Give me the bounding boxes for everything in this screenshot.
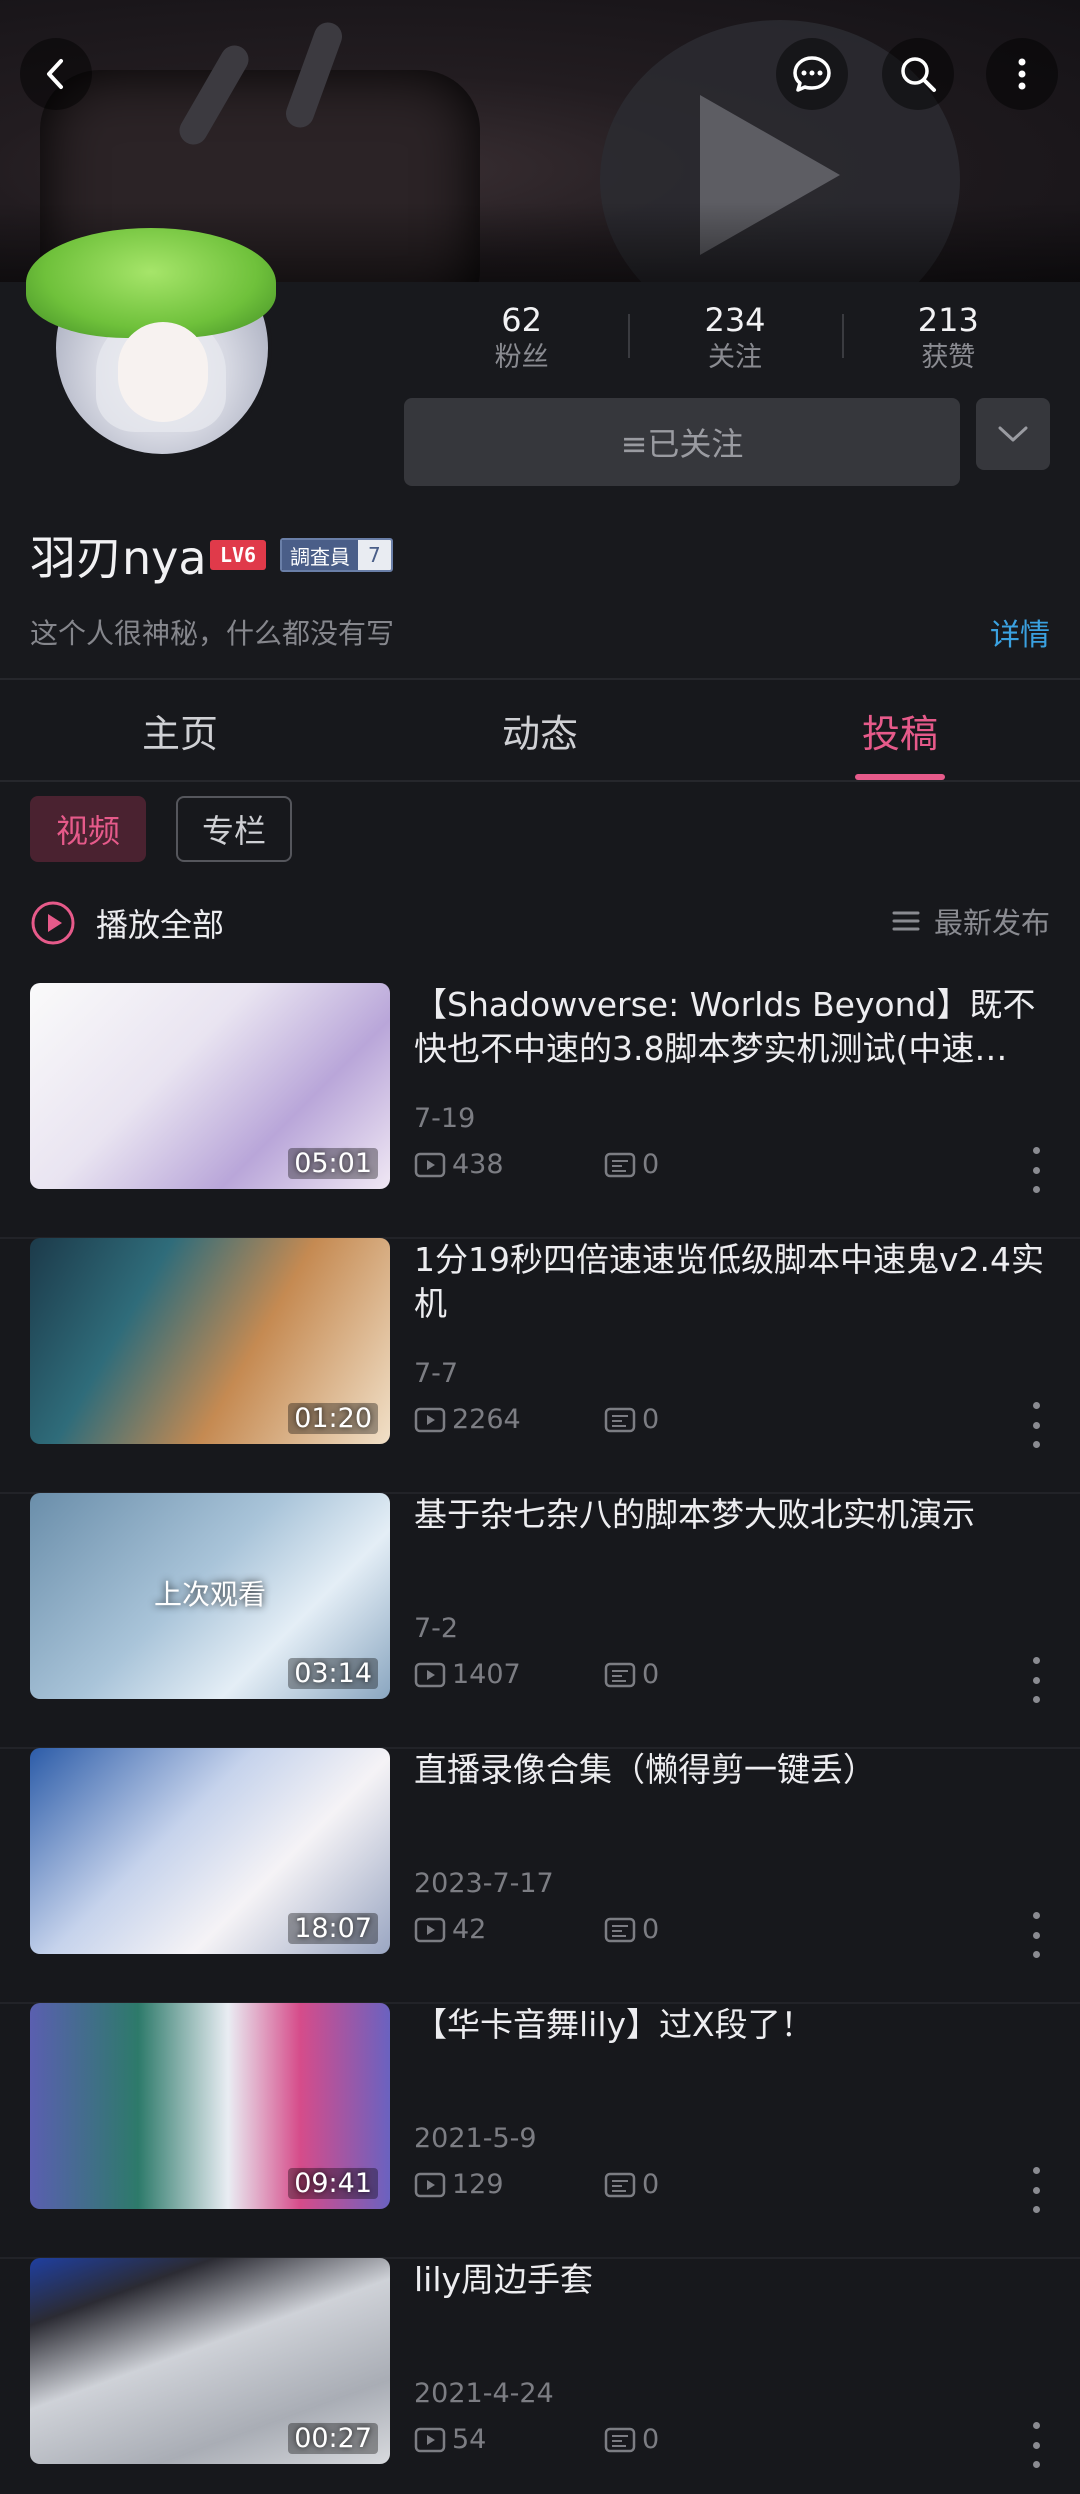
video-date: 2021-4-24 <box>414 2378 554 2409</box>
play-all-button[interactable]: 播放全部 <box>30 896 224 950</box>
video-more-icon[interactable] <box>1026 1147 1046 1193</box>
comment-count-icon <box>604 1662 636 1687</box>
video-more-icon[interactable] <box>1026 1657 1046 1703</box>
video-item[interactable]: 18:07 直播录像合集（懒得剪一键丢） 2023-7-17 42 0 <box>0 1748 1080 2004</box>
comment-count-icon <box>604 2172 636 2197</box>
video-item[interactable]: 00:27 lily周边手套 2021-4-24 54 0 <box>0 2258 1080 2494</box>
video-date: 7-7 <box>414 1358 459 1389</box>
followed-button[interactable]: ≡已关注 <box>404 398 960 486</box>
video-title[interactable]: 1分19秒四倍速速览低级脚本中速鬼v2.4实机 <box>414 1238 1054 1326</box>
sort-button[interactable]: 最新发布 <box>892 900 1050 942</box>
play-count-icon <box>414 2172 446 2197</box>
user-bio: 这个人很神秘，什么都没有写 <box>30 617 395 650</box>
play-count-icon <box>414 1152 446 1177</box>
role-badge[interactable]: 調査員 7 <box>280 538 393 572</box>
video-item[interactable]: 01:20 1分19秒四倍速速览低级脚本中速鬼v2.4实机 7-7 2264 0 <box>0 1238 1080 1494</box>
comment-count-icon <box>604 2427 636 2452</box>
comment-count-icon <box>604 1407 636 1432</box>
more-vertical-icon <box>1018 58 1026 90</box>
profile-tabs: 主页 动态 投稿 <box>0 680 1080 780</box>
search-button[interactable] <box>882 38 954 110</box>
detail-link[interactable]: 详情 <box>990 610 1050 654</box>
video-more-icon[interactable] <box>1026 1402 1046 1448</box>
play-circle-icon <box>31 901 75 945</box>
expand-button[interactable] <box>976 398 1050 470</box>
video-item[interactable]: 05:01 【Shadowverse: Worlds Beyond】既不快也不中… <box>0 983 1080 1239</box>
stat-following[interactable]: 234 关注 <box>628 300 841 380</box>
video-thumbnail[interactable]: 18:07 <box>30 1748 390 1954</box>
play-count-icon <box>414 1407 446 1432</box>
video-date: 7-19 <box>414 1103 476 1134</box>
filter-video[interactable]: 视频 <box>30 796 146 862</box>
video-title[interactable]: 【Shadowverse: Worlds Beyond】既不快也不中速的3.8脚… <box>414 983 1054 1071</box>
video-title[interactable]: 【华卡音舞lily】过X段了！ <box>414 2003 1054 2047</box>
video-date: 7-2 <box>414 1613 459 1644</box>
video-title[interactable]: lily周边手套 <box>414 2258 1054 2302</box>
video-thumbnail[interactable]: 01:20 <box>30 1238 390 1444</box>
chat-bubble-icon <box>793 56 831 92</box>
video-item[interactable]: 上次观看 03:14 基于杂七杂八的脚本梦大败北实机演示 7-2 1407 0 <box>0 1493 1080 1749</box>
back-button[interactable] <box>20 38 92 110</box>
user-name: 羽刃nya <box>30 531 207 585</box>
tab-dynamics[interactable]: 动态 <box>360 680 720 780</box>
chevron-down-icon <box>998 426 1028 442</box>
play-count-icon <box>414 1917 446 1942</box>
more-button[interactable] <box>986 38 1058 110</box>
video-thumbnail[interactable]: 09:41 <box>30 2003 390 2209</box>
avatar[interactable] <box>26 228 276 458</box>
sort-list-icon <box>892 911 920 931</box>
comment-count-icon <box>604 1152 636 1177</box>
video-more-icon[interactable] <box>1026 2167 1046 2213</box>
play-count-icon <box>414 1662 446 1687</box>
back-arrow-icon <box>47 59 63 89</box>
video-item[interactable]: 09:41 【华卡音舞lily】过X段了！ 2021-5-9 129 0 <box>0 2003 1080 2259</box>
video-thumbnail[interactable]: 05:01 <box>30 983 390 1189</box>
video-title[interactable]: 直播录像合集（懒得剪一键丢） <box>414 1748 1054 1792</box>
avatar-leaf-hat <box>26 228 276 338</box>
profile-stats: 62 粉丝 234 关注 213 获赞 <box>415 300 1055 380</box>
stat-likes[interactable]: 213 获赞 <box>841 300 1055 380</box>
video-more-icon[interactable] <box>1026 1912 1046 1958</box>
video-thumbnail[interactable]: 00:27 <box>30 2258 390 2464</box>
filter-column[interactable]: 专栏 <box>176 796 292 862</box>
video-more-icon[interactable] <box>1026 2422 1046 2468</box>
play-count-icon <box>414 2427 446 2452</box>
video-date: 2023-7-17 <box>414 1868 554 1899</box>
video-date: 2021-5-9 <box>414 2123 537 2154</box>
video-title[interactable]: 基于杂七杂八的脚本梦大败北实机演示 <box>414 1493 1054 1537</box>
video-thumbnail[interactable]: 上次观看 03:14 <box>30 1493 390 1699</box>
message-button[interactable] <box>776 38 848 110</box>
stat-fans[interactable]: 62 粉丝 <box>415 300 628 380</box>
tab-home[interactable]: 主页 <box>0 680 360 780</box>
tab-uploads[interactable]: 投稿 <box>720 680 1080 780</box>
search-icon <box>901 57 936 92</box>
level-badge: LV6 <box>210 540 266 570</box>
comment-count-icon <box>604 1917 636 1942</box>
